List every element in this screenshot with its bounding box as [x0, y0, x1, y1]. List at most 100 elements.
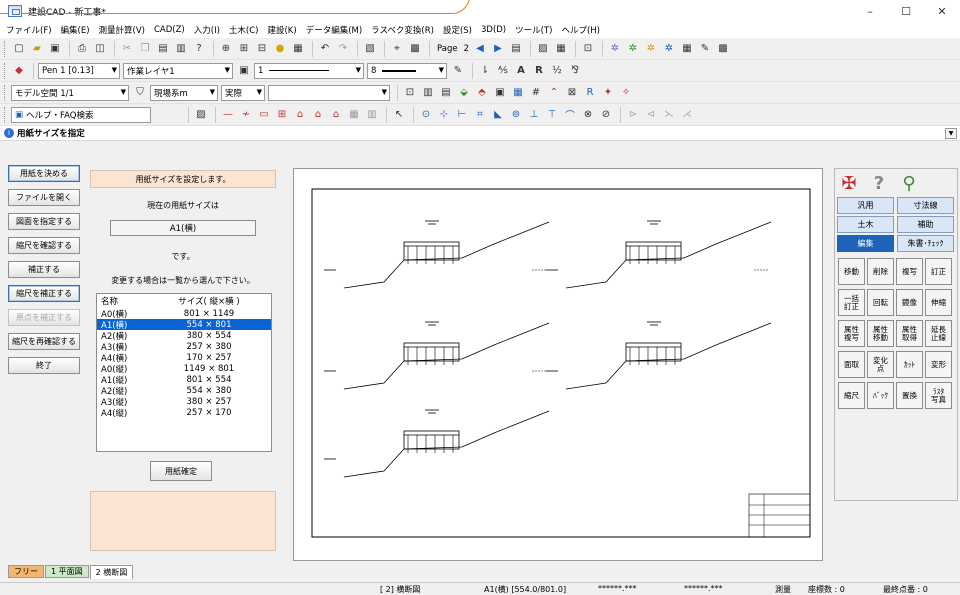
linewidth-select[interactable]: 8 ▼: [367, 62, 447, 79]
dim-c-icon[interactable]: ⋋: [661, 107, 677, 123]
tab-edit[interactable]: 編集: [837, 235, 894, 252]
snap-d-icon[interactable]: ⬙: [456, 85, 472, 101]
page-icon[interactable]: ▩: [407, 41, 423, 57]
menu-cad[interactable]: CAD(Z): [154, 25, 185, 35]
tab-redline-check[interactable]: 朱書･ﾁｪｯｸ: [897, 235, 954, 252]
tab-auxiliary[interactable]: 補助: [897, 216, 954, 233]
rect-icon[interactable]: ▭: [256, 107, 272, 123]
tab-civil[interactable]: 土木: [837, 216, 894, 233]
command-button[interactable]: 縮尺: [838, 382, 865, 409]
print-preview-icon[interactable]: ◫: [92, 41, 108, 57]
linetype-select[interactable]: 1 ▼: [254, 62, 364, 79]
command-button[interactable]: 変化 点: [867, 351, 894, 378]
symbol-icon[interactable]: ⅋: [567, 63, 583, 79]
command-button[interactable]: ﾗｽﾀ 写真: [925, 382, 952, 409]
menu-civil[interactable]: 土木(C): [229, 24, 259, 36]
undo-icon[interactable]: ↶: [317, 41, 333, 57]
command-button[interactable]: 置換: [896, 382, 923, 409]
help-faq-search[interactable]: ▣ ヘルプ・FAQ検索: [11, 106, 151, 123]
menu-data-edit[interactable]: データ編集(M): [306, 24, 362, 36]
paper-size-item[interactable]: A0(横) 801 × 1149: [97, 308, 271, 320]
grid-icon[interactable]: #: [528, 85, 544, 101]
prev-page-icon[interactable]: ◀: [472, 41, 488, 57]
paper-size-list[interactable]: 名称 サイズ( 縦×横 ) A0(横) 801 × 1149 A1(横) 554 × …: [96, 293, 272, 452]
redo-icon[interactable]: ↷: [335, 41, 351, 57]
ortho-icon[interactable]: ⊠: [564, 85, 580, 101]
command-button[interactable]: 一括 訂正: [838, 289, 865, 316]
dim-b-icon[interactable]: ⊲: [643, 107, 659, 123]
print-icon[interactable]: ⎙: [74, 41, 90, 57]
maximize-button[interactable]: ☐: [888, 0, 924, 22]
cross-line-icon[interactable]: ≁: [238, 107, 254, 123]
zoom-icon[interactable]: ⚲: [899, 173, 919, 194]
command-button[interactable]: 延長 止線: [925, 320, 952, 347]
menu-construction[interactable]: 建設(K): [267, 24, 296, 36]
line-icon[interactable]: —: [220, 107, 236, 123]
command-button[interactable]: 移動: [838, 258, 865, 285]
tangent-snap-icon[interactable]: ⊤: [544, 107, 560, 123]
mid-snap-icon[interactable]: ◣: [490, 107, 506, 123]
paper-size-item[interactable]: A0(縦) 1149 × 801: [97, 363, 271, 375]
command-button[interactable]: 変形: [925, 351, 952, 378]
command-dropdown-icon[interactable]: ▼: [945, 128, 957, 139]
tool-b-icon[interactable]: ✲: [625, 41, 641, 57]
paste-icon[interactable]: ▤: [155, 41, 171, 57]
draw-tool-a-icon[interactable]: ▨: [193, 107, 209, 123]
fraction-icon[interactable]: ½: [549, 63, 565, 79]
image-icon[interactable]: ▨: [535, 41, 551, 57]
dimension-style-icon[interactable]: ⅍: [495, 63, 511, 79]
command-button[interactable]: 属性 取得: [896, 320, 923, 347]
pen-pick-icon[interactable]: ✎: [450, 63, 466, 79]
tool-x-icon[interactable]: ⊗: [580, 107, 596, 123]
sheet-tab-plan[interactable]: 1 平面図: [45, 565, 89, 578]
layer-select[interactable]: 作業レイヤ1 ▼: [123, 62, 233, 79]
space-settings-icon[interactable]: ⛉: [132, 85, 148, 101]
command-button[interactable]: 伸縮: [925, 289, 952, 316]
step-correct-origin-button[interactable]: 原点を補正する: [8, 309, 80, 326]
measure-icon[interactable]: ⌖: [389, 41, 405, 57]
cut-icon[interactable]: ✂: [119, 41, 135, 57]
box-b-icon[interactable]: ▥: [364, 107, 380, 123]
confirm-paper-button[interactable]: 用紙確定: [150, 461, 212, 481]
open-folder-icon[interactable]: ▰: [29, 41, 45, 57]
help-icon[interactable]: ?: [869, 173, 889, 194]
pen-select[interactable]: Pen 1 [0.13] ▼: [38, 62, 120, 79]
arrow-style-icon[interactable]: ⇂: [477, 63, 493, 79]
command-button[interactable]: ﾊﾞｯｸ: [867, 382, 894, 409]
center-snap-icon[interactable]: ⊚: [508, 107, 524, 123]
rect-split-icon[interactable]: ⊞: [274, 107, 290, 123]
step-check-scale-button[interactable]: 縮尺を確認する: [8, 237, 80, 254]
tab-general[interactable]: 汎用: [837, 197, 894, 214]
command-button[interactable]: 属性 複写: [838, 320, 865, 347]
close-button[interactable]: ✕: [924, 0, 960, 22]
coord-system-select[interactable]: 現場系m ▼: [150, 84, 218, 101]
paper-size-item[interactable]: A1(縦) 801 × 554: [97, 374, 271, 386]
circle-snap-icon[interactable]: ⊙: [418, 107, 434, 123]
paper-size-item[interactable]: A2(縦) 554 × 380: [97, 385, 271, 397]
attribute-select[interactable]: ▼: [268, 84, 390, 101]
toolbar-grip[interactable]: [4, 40, 7, 57]
paper-size-item[interactable]: A2(横) 380 × 554: [97, 330, 271, 342]
sheet-tab-free[interactable]: フリー: [8, 565, 44, 578]
toolbar-grip[interactable]: [4, 106, 7, 123]
tool-e-icon[interactable]: ▦: [679, 41, 695, 57]
text-bold-icon[interactable]: R: [531, 63, 547, 79]
tool-g-icon[interactable]: ▩: [715, 41, 731, 57]
menu-raster-vector[interactable]: ラスベク変換(R): [371, 24, 434, 36]
minimize-button[interactable]: –: [852, 0, 888, 22]
arc-snap-icon[interactable]: ⌒: [562, 107, 578, 123]
dim-d-icon[interactable]: ⋌: [679, 107, 695, 123]
house-a-icon[interactable]: ⌂: [292, 107, 308, 123]
house-c-icon[interactable]: ⌂: [328, 107, 344, 123]
command-button[interactable]: 面取: [838, 351, 865, 378]
toolbar-grip[interactable]: [4, 84, 7, 101]
dim-a-icon[interactable]: ⊳: [625, 107, 641, 123]
paper-size-item[interactable]: A3(横) 257 × 380: [97, 341, 271, 353]
layer-view-icon[interactable]: ▦: [290, 41, 306, 57]
menu-3d[interactable]: 3D(D): [481, 25, 506, 35]
export-icon[interactable]: ⊡: [580, 41, 596, 57]
step-finish-button[interactable]: 終了: [8, 357, 80, 374]
command-button[interactable]: 属性 移動: [867, 320, 894, 347]
paste-special-icon[interactable]: ▥: [173, 41, 189, 57]
tool-d-icon[interactable]: ✲: [661, 41, 677, 57]
